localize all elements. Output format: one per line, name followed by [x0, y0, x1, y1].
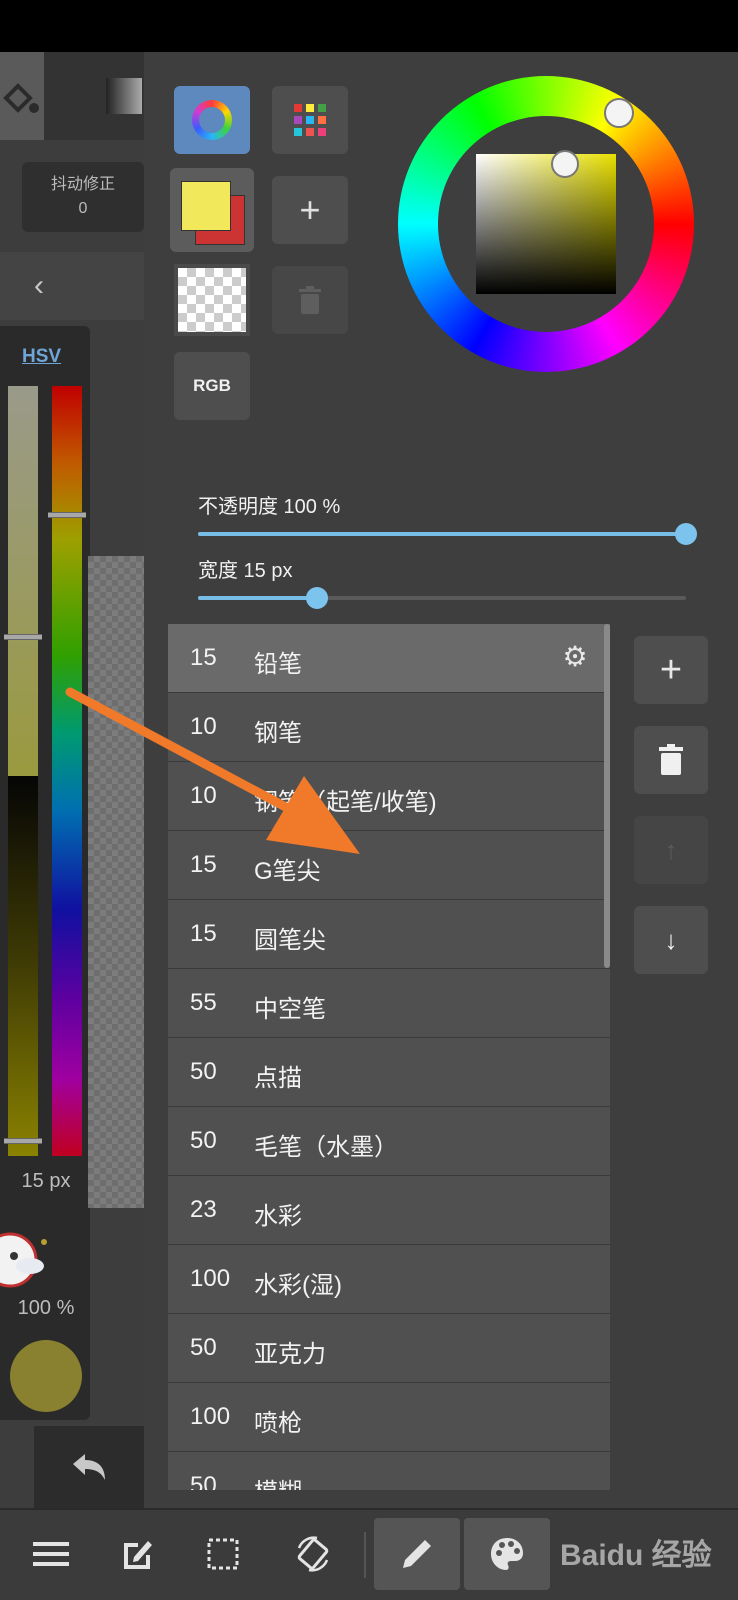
width-slider-thumb[interactable] [306, 587, 328, 609]
opacity-slider-fill [198, 532, 686, 536]
delete-brush-button[interactable] [634, 726, 708, 794]
brush-size: 50 [190, 1127, 217, 1154]
color-tab-button[interactable] [464, 1518, 550, 1590]
color-wheel-icon [192, 100, 232, 140]
hamburger-menu-icon [33, 1542, 69, 1566]
canvas-edge [88, 556, 144, 1208]
delete-color-button[interactable] [272, 266, 348, 334]
brush-row[interactable]: 100 喷枪 [168, 1383, 610, 1452]
brush-name: 喷枪 [254, 1410, 302, 1437]
saturation-value-knob[interactable] [551, 150, 579, 178]
brush-tab-button[interactable] [374, 1518, 460, 1590]
gradient-tool-button[interactable] [44, 52, 144, 140]
value-handle[interactable] [4, 1138, 42, 1144]
opacity-indicator: 100 % [17, 1297, 75, 1319]
brush-size: 50 [190, 1058, 217, 1085]
opacity-label: 不透明度 100 % [198, 496, 341, 518]
transparent-color-button[interactable] [174, 264, 250, 336]
pencil-icon [403, 1540, 431, 1568]
hue-handle[interactable] [48, 512, 86, 518]
brush-name: 毛笔（水墨） [254, 1134, 398, 1161]
gradient-icon [106, 78, 142, 114]
brush-size: 50 [190, 1334, 217, 1361]
foreground-color-swatch[interactable] [181, 181, 231, 231]
brush-size: 55 [190, 989, 217, 1016]
brush-size: 100 [190, 1265, 231, 1292]
brush-row[interactable]: 23 水彩 [168, 1176, 610, 1245]
brush-row[interactable]: 50 点描 [168, 1038, 610, 1107]
trash-icon [299, 286, 321, 314]
plus-icon: + [659, 648, 683, 691]
palette-grid-icon [294, 104, 326, 136]
brush-name: 中空笔 [254, 996, 326, 1023]
add-color-button[interactable]: + [272, 176, 348, 244]
saturation-handle[interactable] [4, 634, 42, 640]
brush-row[interactable]: 55 中空笔 [168, 969, 610, 1038]
value-slider[interactable] [8, 776, 38, 1156]
brush-size: 50 [190, 1472, 217, 1490]
status-bar [0, 0, 738, 52]
brush-name: 水彩(湿) [254, 1272, 342, 1299]
baidu-watermark: Baidu 经验 [560, 1539, 712, 1572]
move-brush-down-button[interactable]: ↓ [634, 906, 708, 974]
rotate-canvas-button[interactable] [280, 1518, 346, 1590]
hue-wheel-knob[interactable] [604, 98, 634, 128]
brush-list-scrollbar[interactable] [604, 624, 610, 968]
undo-button[interactable] [34, 1426, 144, 1508]
palette-icon [491, 1538, 523, 1570]
brush-size: 100 [190, 1403, 231, 1430]
brush-row[interactable]: 15 圆笔尖 [168, 900, 610, 969]
arrow-down-icon: ↓ [664, 924, 678, 955]
annotation-arrow [65, 687, 360, 854]
collapse-row [0, 252, 144, 320]
brush-row[interactable]: 50 毛笔（水墨） [168, 1107, 610, 1176]
rotate-screen-icon [297, 1536, 329, 1572]
opacity-slider-thumb[interactable] [675, 523, 697, 545]
move-brush-up-button[interactable]: ↑ [634, 816, 708, 884]
brush-row[interactable]: 50 模糊 [168, 1452, 610, 1490]
chevron-left-icon[interactable]: ‹ [24, 268, 54, 304]
width-label: 宽度 15 px [198, 560, 293, 582]
brush-name: 圆笔尖 [254, 927, 326, 954]
edit-button[interactable] [104, 1518, 170, 1590]
color-mode-toggle[interactable]: HSV [22, 346, 72, 372]
brush-name: 点描 [254, 1065, 302, 1092]
brush-size-indicator: 15 px [21, 1170, 71, 1192]
brush-row[interactable]: 50 亚克力 [168, 1314, 610, 1383]
brush-name: 水彩 [254, 1203, 302, 1230]
stabilizer-label: 抖动修正 [50, 176, 115, 193]
transform-tool-button[interactable] [0, 52, 44, 140]
arrow-up-icon: ↑ [664, 834, 678, 865]
menu-button[interactable] [18, 1518, 84, 1590]
gear-icon[interactable]: ⚙ [560, 642, 590, 672]
palette-mode-button[interactable] [272, 86, 348, 154]
brush-size: 23 [190, 1196, 217, 1223]
color-wheel-mode-button[interactable] [174, 86, 250, 154]
current-color-swatch[interactable] [10, 1340, 82, 1412]
brush-name: 铅笔 [254, 651, 302, 678]
width-slider-fill [198, 596, 316, 600]
selection-button[interactable] [190, 1518, 256, 1590]
trash-icon [659, 744, 683, 775]
brush-name: 模糊 [254, 1472, 584, 1490]
transform-icon [3, 83, 39, 113]
stabilizer-value: 0 [78, 200, 88, 217]
brush-name: 亚克力 [254, 1341, 326, 1368]
rgb-mode-button[interactable]: RGB [174, 352, 250, 420]
add-brush-button[interactable]: + [634, 636, 708, 704]
stabilizer-control[interactable]: 抖动修正 0 [22, 162, 144, 232]
brush-row[interactable]: 100 水彩(湿) [168, 1245, 610, 1314]
undo-icon [73, 1454, 105, 1480]
selection-marquee-icon [207, 1538, 239, 1570]
toolbar-divider [364, 1532, 366, 1578]
brush-size: 15 [190, 644, 217, 671]
plus-icon: + [299, 189, 321, 230]
foreground-background-colors[interactable] [170, 168, 254, 252]
saturation-value-square[interactable] [476, 154, 616, 294]
edit-square-icon [124, 1541, 152, 1569]
brush-size: 15 [190, 920, 217, 947]
